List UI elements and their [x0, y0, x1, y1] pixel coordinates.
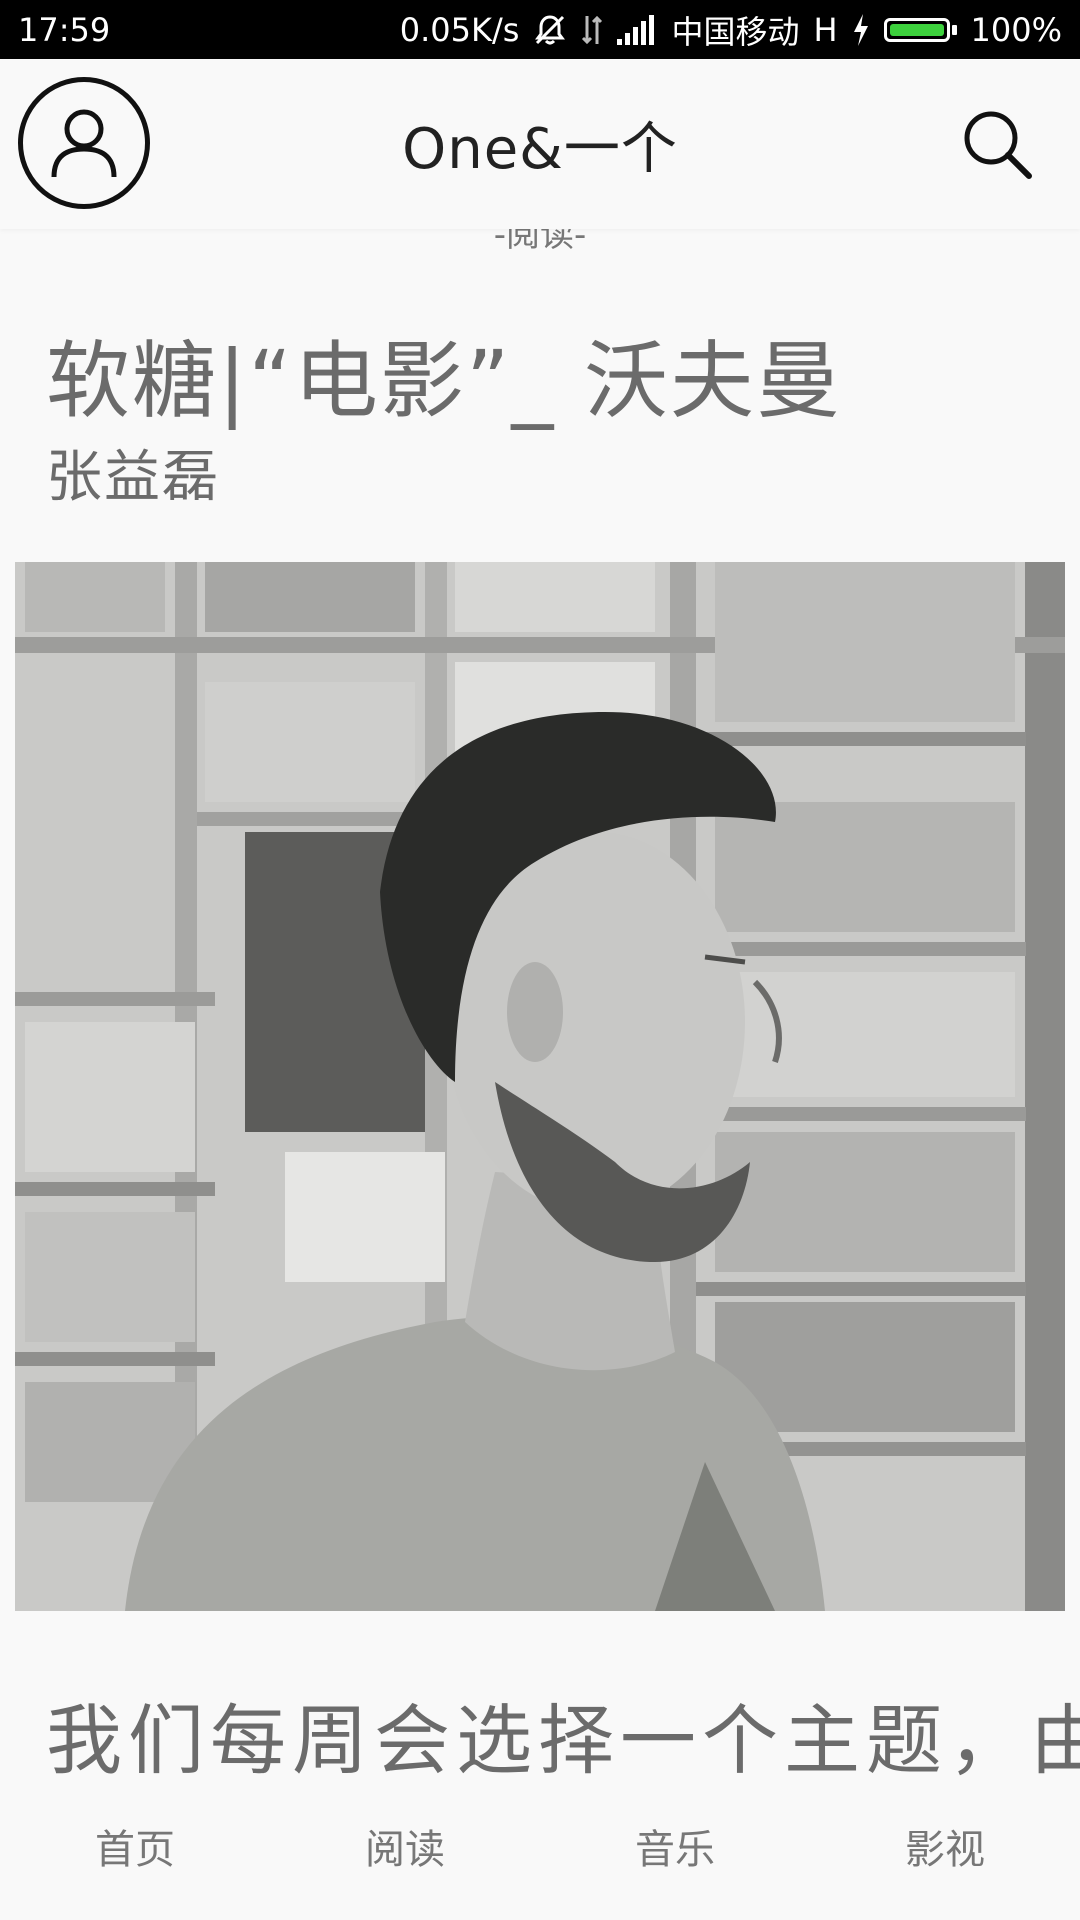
network-type: H	[813, 10, 838, 49]
search-icon	[964, 111, 1032, 179]
nav-tab-home[interactable]: 首页	[0, 1780, 270, 1920]
nav-tab-music[interactable]: 音乐	[540, 1780, 810, 1920]
nav-tab-reading[interactable]: 阅读	[270, 1780, 540, 1920]
article-content[interactable]: -阅读- 软糖|“电影”_ 沃夫曼 张益磊 我们每周会选择一个主题，由	[0, 229, 1080, 1780]
app-title: One&一个	[402, 116, 678, 182]
net-speed: 0.05K/s	[399, 10, 520, 49]
status-bar: 17:59 0.05K/s 中国移动 H 100%	[0, 0, 1080, 59]
user-profile-button[interactable]	[18, 77, 150, 209]
cover-photo-illustration	[15, 562, 1065, 1611]
search-button[interactable]	[954, 101, 1040, 187]
status-time: 17:59	[18, 10, 111, 49]
bottom-navigation: 首页 阅读 音乐 影视	[0, 1780, 1080, 1920]
nav-tab-movies[interactable]: 影视	[810, 1780, 1080, 1920]
article-author: 张益磊	[46, 445, 220, 510]
battery-cap	[951, 24, 957, 35]
user-icon	[51, 109, 117, 178]
status-right-group: 0.05K/s 中国移动 H 100%	[400, 7, 1062, 53]
article-cover-image[interactable]	[15, 562, 1065, 1611]
carrier-name: 中国移动	[671, 12, 800, 51]
data-transfer-icon	[581, 14, 603, 46]
mute-bell-icon	[533, 13, 567, 47]
signal-strength-icon	[617, 14, 657, 45]
article-title: 软糖|“电影”_ 沃夫曼	[46, 332, 843, 430]
battery-body	[883, 17, 950, 42]
section-label: -阅读-	[493, 229, 587, 255]
battery-fill	[889, 23, 944, 36]
battery-icon	[883, 17, 957, 42]
article-body-text: 我们每周会选择一个主题，由	[46, 1696, 1080, 1780]
app-header: One&一个	[0, 59, 1080, 229]
charging-bolt-icon	[852, 13, 870, 46]
battery-percent: 100%	[970, 10, 1062, 49]
